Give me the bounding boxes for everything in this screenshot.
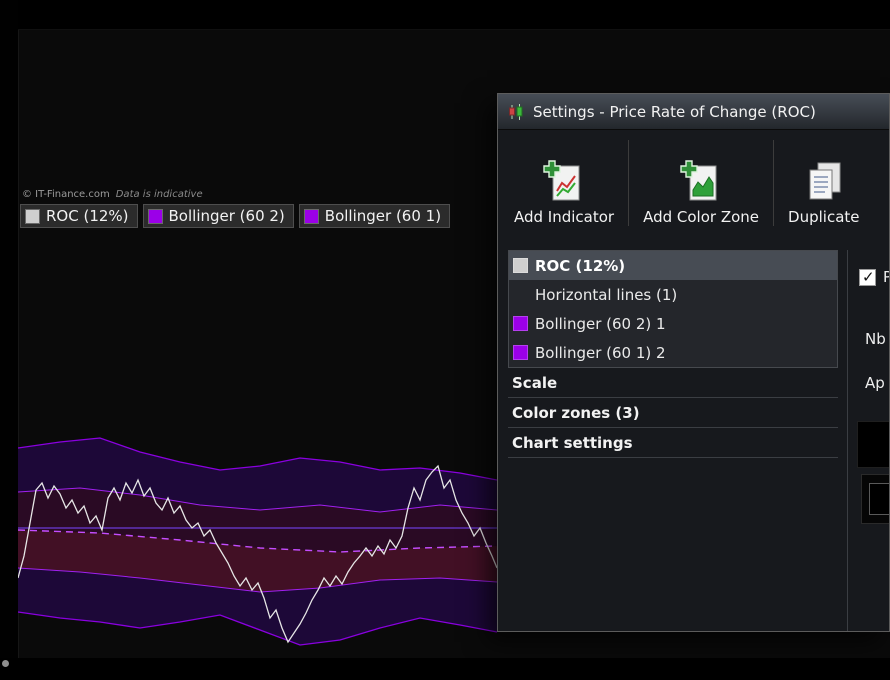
toolbar-divider	[773, 140, 775, 226]
list-item-bollinger-60-2[interactable]: Bollinger (60 2) 1	[509, 309, 837, 338]
section-color-zones[interactable]: Color zones (3)	[508, 398, 838, 428]
legend-bollinger-60-2-label: Bollinger (60 2)	[168, 207, 285, 225]
add-indicator-button[interactable]: Add Indicator	[502, 134, 626, 232]
roc-color-swatch	[25, 208, 40, 224]
add-color-zone-label: Add Color Zone	[643, 208, 760, 226]
section-scale[interactable]: Scale	[508, 368, 838, 398]
section-chart-settings[interactable]: Chart settings	[508, 428, 838, 458]
legend-bollinger-60-2[interactable]: Bollinger (60 2)	[142, 204, 294, 228]
indicator-list-panel: ROC (12%) Horizontal lines (1) Bollinger…	[508, 250, 838, 458]
dialog-toolbar: Add Indicator Add Color Zone Duplicate	[498, 130, 889, 234]
legend-bollinger-60-1[interactable]: Bollinger (60 1)	[298, 204, 451, 228]
bollinger-color-swatch	[513, 316, 528, 331]
swatch-spacer	[513, 287, 528, 302]
properties-panel: P Nb Ap	[847, 250, 889, 631]
add-color-zone-button[interactable]: Add Color Zone	[631, 134, 771, 232]
color-swatch-black	[869, 483, 889, 515]
nb-field-label: Nb	[865, 330, 886, 348]
add-color-zone-icon	[680, 160, 717, 201]
list-item-label: Bollinger (60 2) 1	[535, 314, 666, 333]
add-indicator-label: Add Indicator	[514, 208, 615, 226]
bollinger-color-swatch	[147, 208, 163, 224]
color-dropdown[interactable]	[857, 421, 889, 468]
checked-checkbox[interactable]	[859, 268, 876, 286]
list-item-label: Bollinger (60 1) 2	[535, 343, 666, 362]
legend-roc-label: ROC (12%)	[46, 207, 129, 225]
top-bar	[0, 0, 890, 30]
bollinger-color-swatch	[513, 345, 528, 360]
ap-field-label: Ap	[865, 374, 885, 392]
bollinger-color-swatch	[303, 208, 319, 224]
bottom-bar	[0, 658, 890, 680]
legend-bollinger-60-1-label: Bollinger (60 1)	[324, 207, 442, 225]
list-item-bollinger-60-1[interactable]: Bollinger (60 1) 2	[509, 338, 837, 367]
duplicate-button[interactable]: Duplicate	[776, 134, 871, 232]
property-checkbox-row: P	[859, 268, 889, 286]
indicator-legend: ROC (12%) Bollinger (60 2) Bollinger (60…	[20, 204, 451, 228]
duplicate-icon	[809, 162, 841, 200]
checkbox-label: P	[883, 268, 889, 286]
indicator-items: ROC (12%) Horizontal lines (1) Bollinger…	[508, 250, 838, 368]
toolbar-divider	[628, 140, 630, 226]
list-item-horizontal-lines[interactable]: Horizontal lines (1)	[509, 280, 837, 309]
watermark-note: Data is indicative	[115, 189, 203, 200]
settings-dialog: Settings - Price Rate of Change (ROC) Ad…	[497, 93, 890, 632]
status-dot	[2, 660, 9, 667]
list-item-label: ROC (12%)	[535, 256, 626, 275]
candlestick-icon	[509, 103, 523, 120]
dialog-title-bar[interactable]: Settings - Price Rate of Change (ROC)	[498, 94, 889, 130]
roc-color-swatch	[513, 258, 528, 273]
left-strip	[0, 0, 18, 680]
watermark-brand: © IT-Finance.com	[22, 189, 110, 200]
roc-indicator-chart[interactable]	[18, 428, 497, 660]
legend-roc[interactable]: ROC (12%)	[20, 204, 138, 228]
color-picker-well[interactable]	[861, 474, 889, 524]
duplicate-label: Duplicate	[788, 208, 860, 226]
list-item-roc[interactable]: ROC (12%)	[509, 251, 837, 280]
add-indicator-icon	[543, 160, 580, 201]
watermark: © IT-Finance.com Data is indicative	[22, 189, 203, 200]
dialog-title: Settings - Price Rate of Change (ROC)	[533, 102, 816, 121]
list-item-label: Horizontal lines (1)	[535, 285, 678, 304]
